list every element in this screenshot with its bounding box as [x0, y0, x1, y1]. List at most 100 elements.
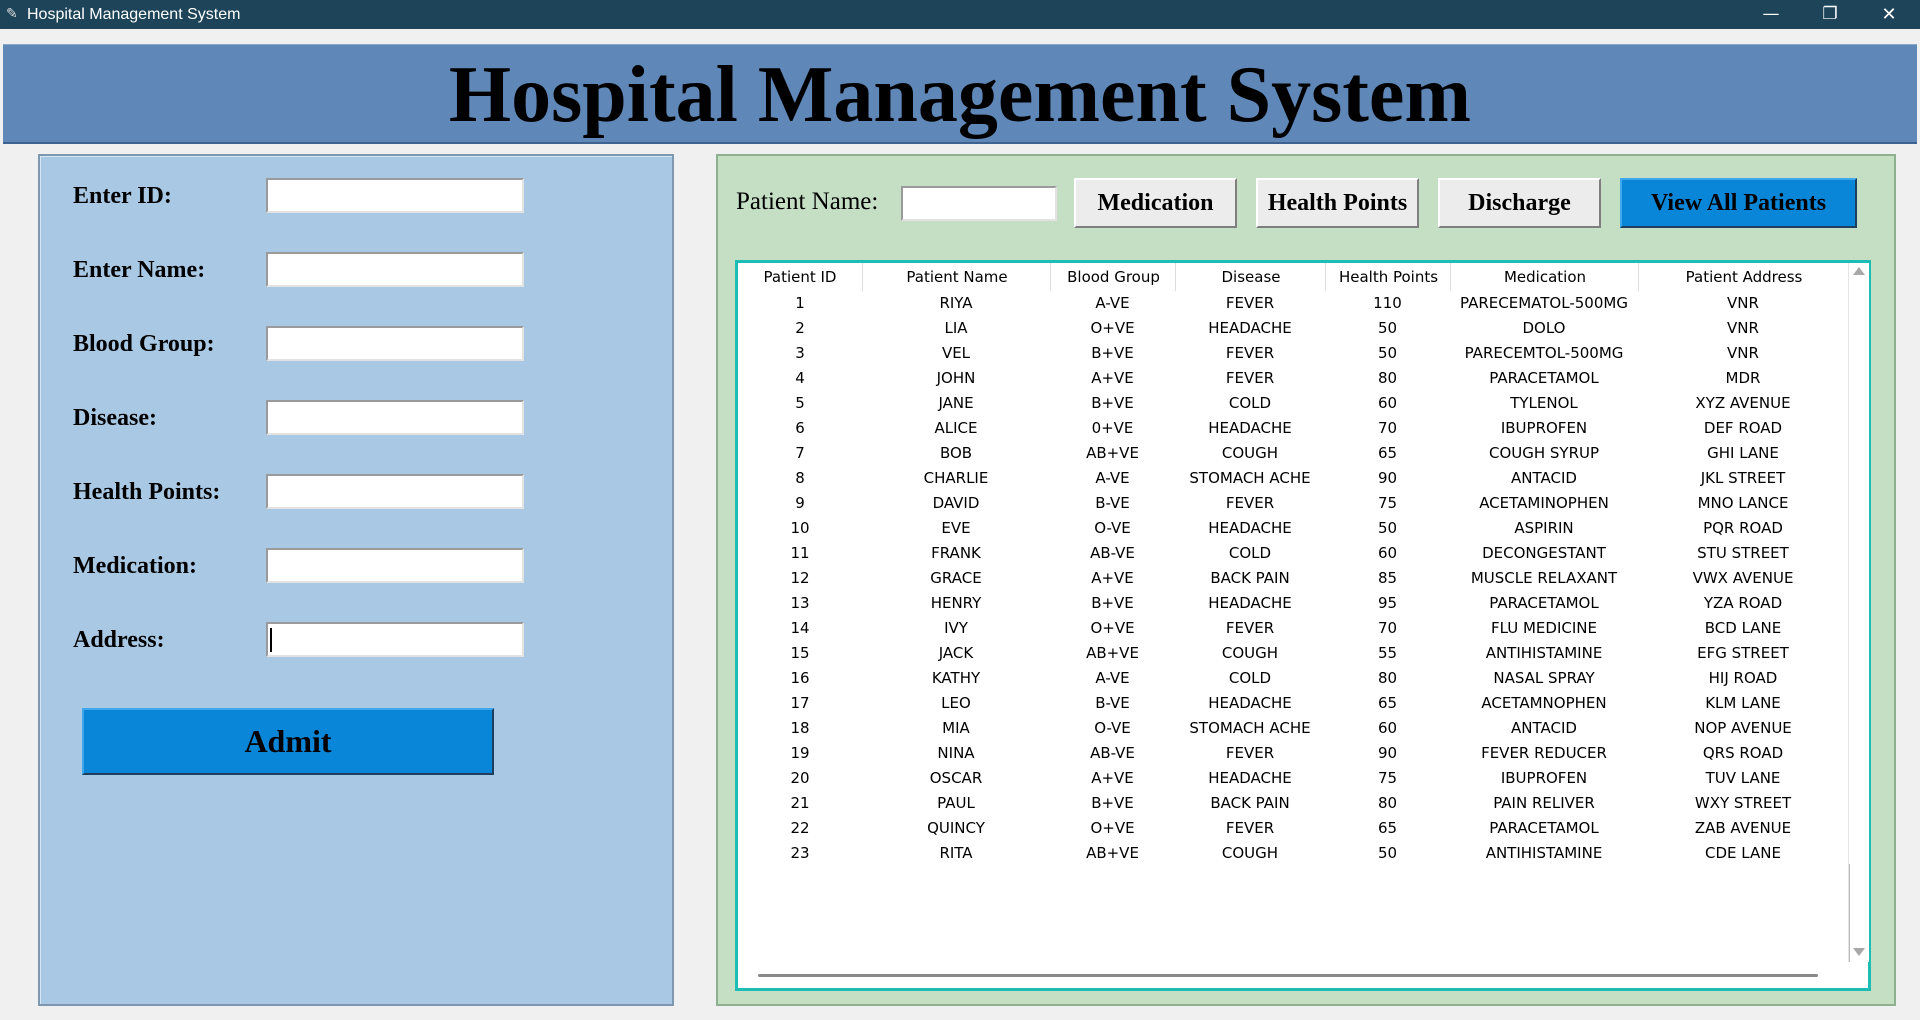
patient-name-cell: JOHN: [936, 369, 976, 387]
patient-address-cell: STU STREET: [1697, 544, 1789, 562]
blood-group-cell: AB-VE: [1090, 744, 1135, 762]
patient-address-cell: ZAB AVENUE: [1694, 819, 1792, 837]
name-field[interactable]: [266, 252, 524, 287]
disease-cell: HEADACHE: [1208, 419, 1292, 437]
health-points-cell: 60: [1377, 544, 1398, 562]
horizontal-scrollbar[interactable]: [738, 962, 1868, 988]
medication-cell: ASPIRIN: [1514, 519, 1574, 537]
blood-group-cell: AB+VE: [1086, 644, 1139, 662]
column-header-health-points[interactable]: Health Points: [1325, 263, 1451, 291]
patient-address-cell: QRS ROAD: [1702, 744, 1784, 762]
health-points-cell: 80: [1377, 794, 1398, 812]
discharge-button[interactable]: Discharge: [1438, 178, 1601, 228]
table-row[interactable]: 4 JOHN A+VE FEVER 80 PARACETAMOL MDR: [738, 366, 1848, 391]
patient-name-search-input[interactable]: [901, 186, 1057, 221]
table-row[interactable]: 19 NINA AB-VE FEVER 90 FEVER REDUCER QRS ROAD: [738, 741, 1848, 766]
column-header-disease[interactable]: Disease: [1175, 263, 1326, 291]
table-row[interactable]: 20 OSCAR A+VE HEADACHE 75 IBUPROFEN TUV LANE: [738, 766, 1848, 791]
scroll-up-arrow-icon[interactable]: [1853, 267, 1865, 275]
patient-address-cell: XYZ AVENUE: [1695, 394, 1791, 412]
patient-id-cell: 11: [790, 544, 810, 562]
table-row[interactable]: 16 KATHY A-VE COLD 80 NASAL SPRAY HIJ ROAD: [738, 666, 1848, 691]
patient-address-cell: WXY STREET: [1694, 794, 1792, 812]
table-row[interactable]: 15 JACK AB+VE COUGH 55 ANTIHISTAMINE EFG STREE…: [738, 641, 1848, 666]
minimize-button[interactable]: —: [1741, 0, 1801, 29]
disease-cell: STOMACH ACHE: [1189, 719, 1311, 737]
patient-id-cell: 14: [790, 619, 810, 637]
health-points-button[interactable]: Health Points: [1256, 178, 1419, 228]
medication-cell: PARACETAMOL: [1489, 369, 1599, 387]
table-row[interactable]: 11 FRANK AB-VE COLD 60 DECONGESTANT STU STREET: [738, 541, 1848, 566]
patient-address-cell: EFG STREET: [1697, 644, 1789, 662]
patient-id-cell: 6: [795, 419, 805, 437]
patient-id-cell: 1: [795, 294, 805, 312]
disease-cell: FEVER: [1225, 369, 1275, 387]
patients-table: Patient ID Patient Name Blood Group Dise…: [735, 260, 1871, 991]
table-row[interactable]: 17 LEO B-VE HEADACHE 65 ACETAMNOPHEN KLM LANE: [738, 691, 1848, 716]
table-row[interactable]: 1 RIYA A-VE FEVER 110 PARECEMATOL-500MG VNR: [738, 291, 1848, 316]
column-header-patient-name[interactable]: Patient Name: [862, 263, 1051, 291]
blood-group-cell: B+VE: [1091, 344, 1134, 362]
column-header-patient-address[interactable]: Patient Address: [1638, 263, 1848, 291]
disease-field[interactable]: [266, 400, 524, 435]
id-field[interactable]: [266, 178, 524, 213]
table-row[interactable]: 12 GRACE A+VE BACK PAIN 85 MUSCLE RELAXANT VWX…: [738, 566, 1848, 591]
table-row[interactable]: 13 HENRY B+VE HEADACHE 95 PARACETAMOL YZA ROAD: [738, 591, 1848, 616]
table-row[interactable]: 18 MIA O-VE STOMACH ACHE 60 ANTACID NOP AVENUE: [738, 716, 1848, 741]
patient-id-cell: 10: [790, 519, 810, 537]
address-field[interactable]: [266, 622, 524, 657]
health-points-label: Health Points:: [73, 479, 221, 505]
view-all-patients-button[interactable]: View All Patients: [1620, 178, 1857, 228]
health-points-cell: 80: [1377, 669, 1398, 687]
patient-id-cell: 21: [790, 794, 810, 812]
blood-group-field[interactable]: [266, 326, 524, 361]
scroll-down-arrow-icon[interactable]: [1853, 948, 1865, 956]
column-header-medication[interactable]: Medication: [1450, 263, 1639, 291]
health-points-cell: 50: [1377, 844, 1398, 862]
blood-group-cell: A-VE: [1095, 669, 1130, 687]
medication-cell: ACETAMINOPHEN: [1479, 494, 1609, 512]
horizontal-scroll-thumb[interactable]: [758, 974, 1818, 977]
table-row[interactable]: 14 IVY O+VE FEVER 70 FLU MEDICINE BCD LANE: [738, 616, 1848, 641]
table-row[interactable]: 22 QUINCY O+VE FEVER 65 PARACETAMOL ZAB AVENUE: [738, 816, 1848, 841]
patient-id-cell: 4: [795, 369, 805, 387]
column-header-patient-id[interactable]: Patient ID: [738, 263, 862, 291]
patient-address-cell: MNO LANCE: [1697, 494, 1789, 512]
table-row[interactable]: 10 EVE O-VE HEADACHE 50 ASPIRIN PQR ROAD: [738, 516, 1848, 541]
health-points-cell: 50: [1377, 519, 1398, 537]
window-title-bar: ✎ Hospital Management System — ❐ ✕: [0, 0, 1920, 29]
patient-name-cell: GRACE: [930, 569, 982, 587]
vertical-scrollbar[interactable]: [1848, 263, 1869, 962]
table-row[interactable]: 3 VEL B+VE FEVER 50 PARECEMTOL-500MG VNR: [738, 341, 1848, 366]
patient-address-cell: HIJ ROAD: [1708, 669, 1778, 687]
patient-name-cell: KATHY: [931, 669, 981, 687]
table-row[interactable]: 21 PAUL B+VE BACK PAIN 80 PAIN RELIVER WXY STR…: [738, 791, 1848, 816]
medication-cell: IBUPROFEN: [1500, 419, 1588, 437]
health-points-field[interactable]: [266, 474, 524, 509]
patient-id-cell: 23: [790, 844, 810, 862]
patient-id-cell: 18: [790, 719, 810, 737]
patient-name-cell: JACK: [938, 644, 974, 662]
table-row[interactable]: 7 BOB AB+VE COUGH 65 COUGH SYRUP GHI LANE: [738, 441, 1848, 466]
patient-name-cell: BOB: [939, 444, 973, 462]
medication-button[interactable]: Medication: [1074, 178, 1237, 228]
disease-cell: FEVER: [1225, 344, 1275, 362]
table-row[interactable]: 23 RITA AB+VE COUGH 50 ANTIHISTAMINE CDE LANE: [738, 841, 1848, 866]
admit-button[interactable]: Admit: [82, 708, 494, 775]
table-row[interactable]: 6 ALICE 0+VE HEADACHE 70 IBUPROFEN DEF ROAD: [738, 416, 1848, 441]
close-button[interactable]: ✕: [1859, 0, 1919, 29]
medication-field[interactable]: [266, 548, 524, 583]
health-points-cell: 110: [1373, 294, 1402, 312]
table-row[interactable]: 9 DAVID B-VE FEVER 75 ACETAMINOPHEN MNO LANCE: [738, 491, 1848, 516]
table-row[interactable]: 5 JANE B+VE COLD 60 TYLENOL XYZ AVENUE: [738, 391, 1848, 416]
disease-cell: HEADACHE: [1208, 319, 1292, 337]
patient-address-cell: VNR: [1727, 344, 1759, 362]
disease-cell: FEVER: [1225, 819, 1275, 837]
patient-name-cell: PAUL: [937, 794, 975, 812]
table-row[interactable]: 8 CHARLIE A-VE STOMACH ACHE 90 ANTACID JKL STR…: [738, 466, 1848, 491]
restore-button[interactable]: ❐: [1800, 0, 1860, 29]
patient-address-cell: VNR: [1727, 319, 1759, 337]
patient-address-cell: KLM LANE: [1705, 694, 1781, 712]
column-header-blood-group[interactable]: Blood Group: [1050, 263, 1176, 291]
table-row[interactable]: 2 LIA O+VE HEADACHE 50 DOLO VNR: [738, 316, 1848, 341]
